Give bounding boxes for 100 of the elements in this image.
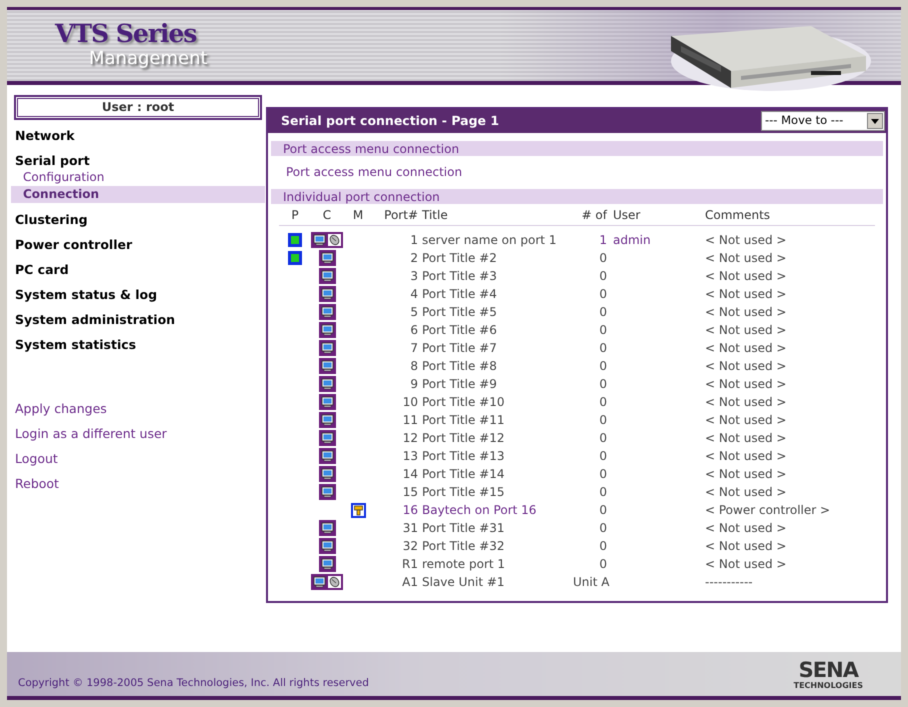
port-title[interactable]: Port Title #32 [418, 537, 573, 555]
column-header: M [352, 206, 364, 224]
port-comment: < Not used > [705, 250, 788, 267]
move-to-dropdown[interactable]: --- Move to --- [761, 111, 885, 131]
port-comment: < Not used > [705, 232, 788, 249]
session-count: 0 [598, 376, 607, 393]
port-comment: < Not used > [705, 466, 788, 483]
port-title[interactable]: Port Title #12 [418, 429, 573, 447]
port-title[interactable]: Port Title #4 [418, 285, 573, 303]
product-title: VTS Series [55, 20, 198, 48]
port-number: 13 [402, 448, 418, 465]
monitor-icon[interactable] [318, 304, 336, 320]
port-comment: < Not used > [705, 286, 788, 303]
monitor-icon[interactable] [318, 484, 336, 500]
session-count: 0 [598, 358, 607, 375]
port-number: 1 [409, 232, 418, 249]
monitor-icon[interactable] [318, 430, 336, 446]
monitor-icon[interactable] [318, 358, 336, 374]
port-number: 16 [402, 502, 418, 519]
port-comment: < Not used > [705, 484, 788, 501]
port-number: 4 [409, 286, 418, 303]
port-number: 3 [409, 268, 418, 285]
nav-item[interactable]: Network [11, 128, 265, 144]
monitor-icon[interactable] [318, 556, 336, 572]
sidebar-link[interactable]: Logout [15, 450, 265, 468]
port-title[interactable]: Port Title #8 [418, 357, 573, 375]
port-title[interactable]: Port Title #11 [418, 411, 573, 429]
monitor-icon[interactable] [318, 286, 336, 302]
column-header: User [612, 206, 642, 224]
port-comment: < Not used > [705, 430, 788, 447]
port-number: 15 [402, 484, 418, 501]
session-count: 0 [598, 430, 607, 447]
user-link[interactable]: admin [613, 231, 651, 249]
port-title[interactable]: remote port 1 [418, 555, 573, 573]
panel-title: Serial port connection - Page 1 [281, 112, 500, 130]
session-count: 0 [598, 322, 607, 339]
monitor-icon[interactable] [318, 448, 336, 464]
column-header: # of [580, 206, 607, 224]
monitor-icon[interactable] [318, 376, 336, 392]
session-count: 0 [598, 502, 607, 519]
monitor-icon[interactable] [318, 322, 336, 338]
session-count: 0 [598, 538, 607, 555]
port-title[interactable]: Port Title #5 [418, 303, 573, 321]
session-count: 0 [598, 340, 607, 357]
sidebar-link[interactable]: Login as a different user [15, 425, 265, 443]
port-title[interactable]: Port Title #14 [418, 465, 573, 483]
access-menu-link[interactable]: Port access menu connection [271, 165, 462, 180]
column-header: Port# [383, 206, 418, 224]
port-number: 32 [402, 538, 418, 555]
nav-item[interactable]: System status & log [11, 287, 265, 303]
port-number: R1 [401, 556, 418, 573]
port-number: 12 [402, 430, 418, 447]
session-count: 0 [598, 448, 607, 465]
monitor-icon[interactable] [318, 394, 336, 410]
port-comment: < Power controller > [705, 502, 832, 519]
nav-item[interactable]: PC card [11, 262, 265, 278]
port-title[interactable]: Slave Unit #1 [418, 573, 573, 591]
monitor-icon[interactable] [318, 412, 336, 428]
nav-item[interactable]: System administration [11, 312, 265, 328]
port-title[interactable]: Port Title #2 [418, 249, 573, 267]
port-title[interactable]: server name on port 1 [418, 231, 573, 249]
port-title[interactable]: Port Title #31 [418, 519, 573, 537]
nav-item[interactable]: Serial port [11, 153, 265, 169]
port-number: 10 [402, 394, 418, 411]
monitor-mouse-icon[interactable] [311, 232, 343, 248]
monitor-icon[interactable] [318, 340, 336, 356]
port-comment: < Not used > [705, 340, 788, 357]
sidebar-link[interactable]: Apply changes [15, 400, 265, 418]
port-number: 14 [402, 466, 418, 483]
port-number: 5 [409, 304, 418, 321]
monitor-icon[interactable] [318, 466, 336, 482]
port-title[interactable]: Port Title #7 [418, 339, 573, 357]
port-title[interactable]: Port Title #13 [418, 447, 573, 465]
monitor-mouse-icon[interactable] [311, 574, 343, 590]
nav-item[interactable]: Clustering [11, 212, 265, 228]
port-title[interactable]: Port Title #9 [418, 375, 573, 393]
port-title[interactable]: Port Title #10 [418, 393, 573, 411]
session-count: 0 [598, 412, 607, 429]
monitor-icon[interactable] [318, 268, 336, 284]
port-comment: < Not used > [705, 268, 788, 285]
monitor-icon[interactable] [318, 538, 336, 554]
port-comment: < Not used > [705, 322, 788, 339]
monitor-icon[interactable] [318, 250, 336, 266]
nav-subitem[interactable]: Configuration [11, 169, 265, 186]
port-title[interactable]: Port Title #3 [418, 267, 573, 285]
sidebar-link[interactable]: Reboot [15, 475, 265, 493]
monitor-icon[interactable] [318, 520, 336, 536]
session-count: 0 [598, 484, 607, 501]
port-comment: < Not used > [705, 412, 788, 429]
session-count: 0 [598, 268, 607, 285]
session-count: 0 [598, 556, 607, 573]
power-switch-icon[interactable] [350, 502, 366, 518]
nav-subitem[interactable]: Connection [11, 186, 265, 203]
port-title[interactable]: Baytech on Port 16 [418, 501, 573, 519]
nav-item[interactable]: System statistics [11, 337, 265, 353]
port-number: 31 [402, 520, 418, 537]
nav-item[interactable]: Power controller [11, 237, 265, 253]
port-title[interactable]: Port Title #15 [418, 483, 573, 501]
port-title[interactable]: Port Title #6 [418, 321, 573, 339]
port-number: 11 [402, 412, 418, 429]
